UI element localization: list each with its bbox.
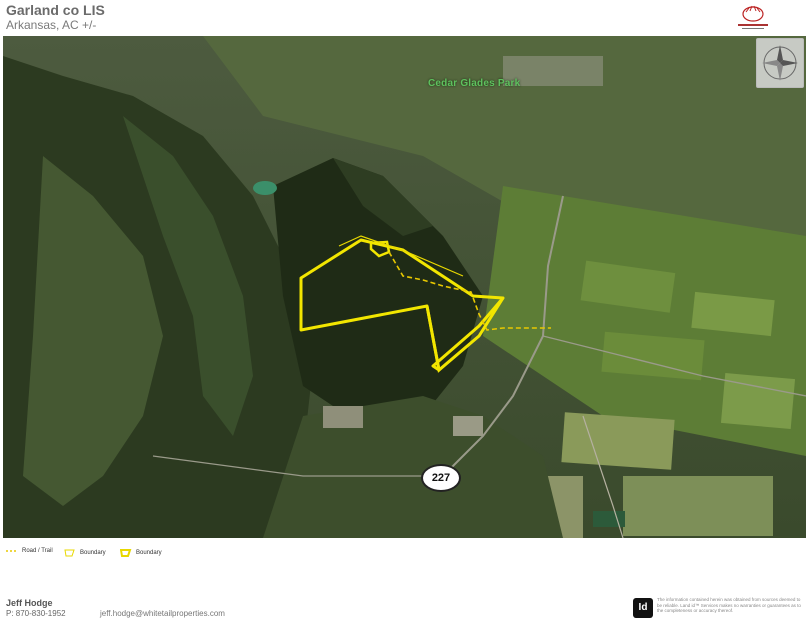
legend-label: Boundary <box>80 550 106 556</box>
disclaimer-text: The information contained herein was obt… <box>657 597 801 613</box>
page-subtitle: Arkansas, AC +/- <box>6 18 97 32</box>
landid-logo-icon: Id <box>633 598 653 618</box>
legend-item-boundary: Boundary <box>64 548 106 558</box>
legend-label: Road / Trail <box>22 548 53 554</box>
building <box>453 416 483 436</box>
field-patch <box>561 412 675 470</box>
legend-item-boundary: Boundary <box>120 548 162 558</box>
legend-item-road-trail: Road / Trail <box>6 548 53 554</box>
page-title: Garland co LIS <box>6 2 105 18</box>
aerial-map[interactable]: Cedar Glades Park 227 <box>3 36 806 538</box>
building <box>323 406 363 428</box>
compass-icon <box>762 45 798 81</box>
park-label: Cedar Glades Park <box>428 78 521 89</box>
boundary-thin-icon <box>64 549 75 557</box>
agent-email[interactable]: jeff.hodge@whitetailproperties.com <box>100 609 225 618</box>
pond <box>593 511 625 527</box>
boundary-thick-icon <box>120 549 132 557</box>
agent-name: Jeff Hodge <box>6 598 53 608</box>
legend-label: Boundary <box>136 550 162 556</box>
agent-phone[interactable]: P: 870-830-1952 <box>6 609 66 618</box>
field-patch <box>623 476 773 536</box>
compass-button[interactable] <box>756 38 804 88</box>
route-shield: 227 <box>421 464 461 492</box>
brand-logo-icon <box>738 5 768 29</box>
pond <box>253 181 277 195</box>
dashed-line-icon <box>6 550 18 552</box>
header: Garland co LIS Arkansas, AC +/- <box>0 0 808 36</box>
